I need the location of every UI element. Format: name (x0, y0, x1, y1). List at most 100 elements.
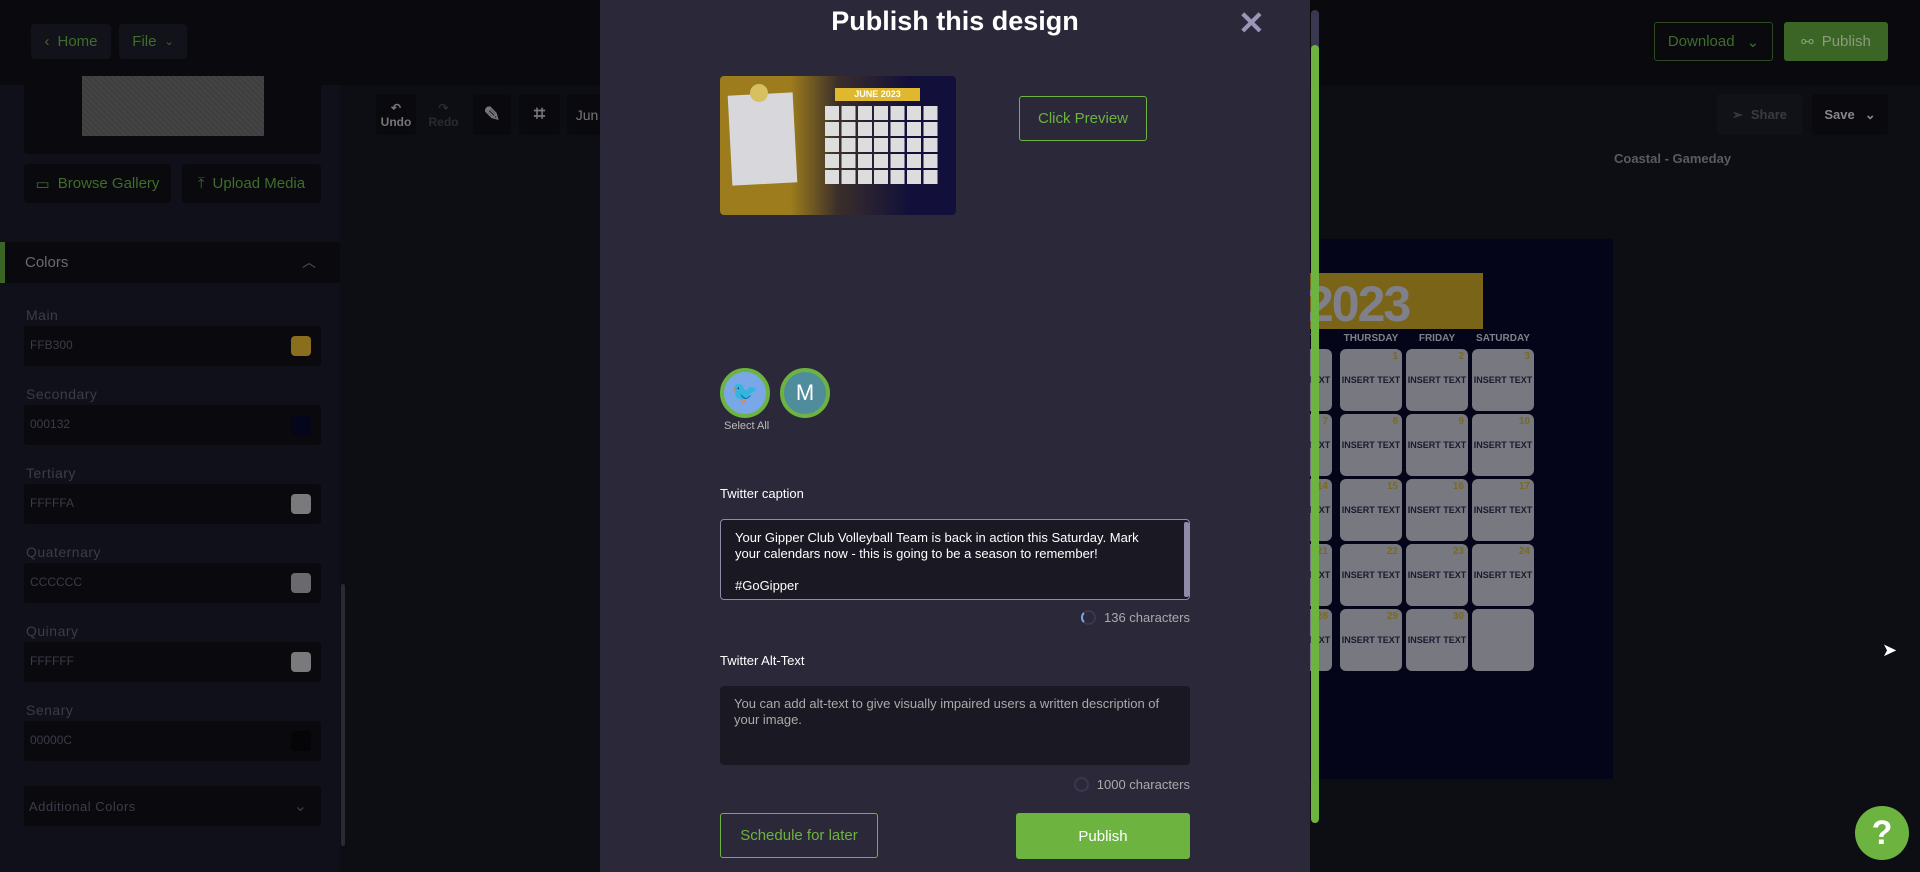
volleyball-graphic (750, 84, 768, 102)
home-button[interactable]: ‹ Home (31, 24, 111, 59)
eyedropper-button[interactable]: ✎ (473, 94, 511, 135)
color-label: Senary (26, 702, 74, 718)
calendar-cell[interactable]: 17 INSERT TEXT (1472, 479, 1534, 541)
save-button[interactable]: Save ⌄ (1812, 94, 1888, 135)
design-name: Coastal - Gameday (1614, 151, 1732, 166)
click-preview-button[interactable]: Click Preview (1019, 96, 1147, 141)
progress-ring-icon (1081, 610, 1096, 625)
color-swatch[interactable] (291, 415, 311, 435)
color-input[interactable]: CCCCCC (24, 563, 321, 603)
share-nodes-icon: ⚯ (1801, 33, 1814, 51)
photo-frame (727, 92, 798, 186)
chevron-up-icon: ︿ (302, 254, 316, 270)
color-input[interactable]: FFFFFA (24, 484, 321, 524)
caption-counter: 136 characters (900, 610, 1190, 625)
design-canvas[interactable]: 2023 DAYTHURSDAYFRIDAYSATURDAYINSERT TEX… (1300, 239, 1613, 779)
calendar-cell[interactable]: 3 INSERT TEXT (1472, 349, 1534, 411)
share-button[interactable]: ➢ Share (1717, 94, 1802, 135)
chevron-down-icon: ⌄ (1864, 106, 1876, 122)
download-button[interactable]: Download ⌄ (1654, 22, 1773, 61)
colors-section-header[interactable]: Colors ︿ (0, 242, 340, 283)
modal-scrollbar-track[interactable] (1311, 10, 1319, 823)
calendar-cell[interactable]: 30 INSERT TEXT (1406, 609, 1468, 671)
redo-button[interactable]: ↷ Redo (422, 94, 465, 135)
active-indicator (0, 242, 5, 283)
additional-colors-dropdown[interactable]: Additional Colors ⌄ (24, 786, 321, 826)
color-input[interactable]: 000132 (24, 405, 321, 445)
chevron-down-icon: ⌄ (1746, 33, 1760, 51)
day-header: THURSDAY (1343, 333, 1399, 344)
modal-title: Publish this design (831, 6, 1079, 36)
caption-label: Twitter caption (720, 486, 804, 501)
alt-text-label: Twitter Alt-Text (720, 653, 805, 668)
crop-button[interactable]: ⌗ (519, 94, 560, 135)
calendar-cell[interactable]: 1 INSERT TEXT (1340, 349, 1402, 411)
mouse-cursor-icon: ➤ (1882, 640, 1898, 660)
color-input[interactable]: FFFFFF (24, 642, 321, 682)
color-label: Quinary (26, 623, 79, 639)
undo-button[interactable]: ↶ Undo (376, 94, 416, 135)
calendar-cell[interactable]: 29 INSERT TEXT (1340, 609, 1402, 671)
alt-text-textarea[interactable]: You can add alt-text to give visually im… (720, 686, 1190, 765)
question-icon: ? (1871, 813, 1893, 852)
caption-textarea[interactable]: Your Gipper Club Volleyball Team is back… (720, 519, 1190, 600)
color-label: Main (26, 307, 59, 323)
progress-ring-icon (1073, 777, 1089, 792)
browse-gallery-button[interactable]: ▭ Browse Gallery (24, 164, 171, 203)
calendar-cell[interactable]: 24 INSERT TEXT (1472, 544, 1534, 606)
send-icon: ➢ (1731, 106, 1743, 122)
color-label: Quaternary (26, 544, 102, 560)
color-swatch[interactable] (291, 731, 311, 751)
gallery-icon: ▭ (35, 175, 50, 193)
help-button[interactable]: ? (1855, 806, 1909, 860)
calendar-cell[interactable]: 23 INSERT TEXT (1406, 544, 1468, 606)
upload-icon: ⤒ (197, 175, 205, 192)
sidebar: ▭ Browse Gallery ⤒ Upload Media Colors ︿ M… (0, 76, 345, 872)
caption-scrollbar[interactable] (1184, 522, 1189, 597)
close-icon[interactable]: ✕ (1238, 4, 1265, 42)
preview-calendar-grid (825, 106, 940, 184)
publish-button[interactable]: Publish (1016, 813, 1190, 859)
day-header: SATURDAY (1476, 333, 1530, 344)
calendar-cell[interactable]: 16 INSERT TEXT (1406, 479, 1468, 541)
calendar-cell[interactable]: 15 INSERT TEXT (1340, 479, 1402, 541)
redo-icon: ↷ (438, 100, 449, 115)
file-menu-button[interactable]: File ⌄ (119, 24, 187, 59)
color-label: Secondary (26, 386, 98, 402)
twitter-account-toggle[interactable]: 🐦 (720, 368, 770, 418)
colors-title: Colors (25, 254, 69, 271)
chevron-left-icon: ‹ (44, 33, 50, 50)
calendar-cell[interactable]: 10 INSERT TEXT (1472, 414, 1534, 476)
twitter-icon: 🐦 (731, 380, 759, 405)
calendar-cell[interactable] (1472, 609, 1534, 671)
calendar-cell[interactable]: 22 INSERT TEXT (1340, 544, 1402, 606)
undo-icon: ↶ (390, 100, 402, 115)
design-preview-image[interactable]: JUNE 2023 (720, 76, 956, 215)
schedule-later-button[interactable]: Schedule for later (720, 813, 878, 858)
year-text: 2023 (1306, 276, 1411, 332)
chevron-down-icon: ⌄ (293, 798, 307, 815)
calendar-cell[interactable]: 2 INSERT TEXT (1406, 349, 1468, 411)
preview-month: JUNE 2023 (835, 88, 920, 101)
calendar-cell[interactable]: 9 INSERT TEXT (1406, 414, 1468, 476)
color-swatch[interactable] (291, 573, 311, 593)
select-all-link[interactable]: Select All (724, 420, 769, 432)
color-swatch[interactable] (291, 494, 311, 514)
day-header: FRIDAY (1418, 333, 1456, 344)
eyedropper-icon: ✎ (483, 104, 501, 126)
color-input[interactable]: FFB300 (24, 326, 321, 366)
media-thumbnail[interactable] (82, 76, 264, 136)
calendar-cell[interactable]: 8 INSERT TEXT (1340, 414, 1402, 476)
upload-media-button[interactable]: ⤒ Upload Media (182, 164, 321, 203)
color-swatch[interactable] (291, 652, 311, 672)
publish-modal: Publish this design ✕ JUNE 2023 Click Pr… (600, 0, 1319, 872)
color-swatch[interactable] (291, 336, 311, 356)
account-m-toggle[interactable]: M (780, 368, 830, 418)
modal-scrollbar-thumb[interactable] (1311, 45, 1319, 823)
color-label: Tertiary (26, 465, 76, 481)
chevron-down-icon: ⌄ (164, 36, 174, 48)
color-input[interactable]: 00000C (24, 721, 321, 761)
sidebar-scrollbar[interactable] (341, 584, 345, 846)
crop-icon: ⌗ (533, 103, 546, 125)
publish-top-button[interactable]: ⚯ Publish (1784, 22, 1888, 61)
